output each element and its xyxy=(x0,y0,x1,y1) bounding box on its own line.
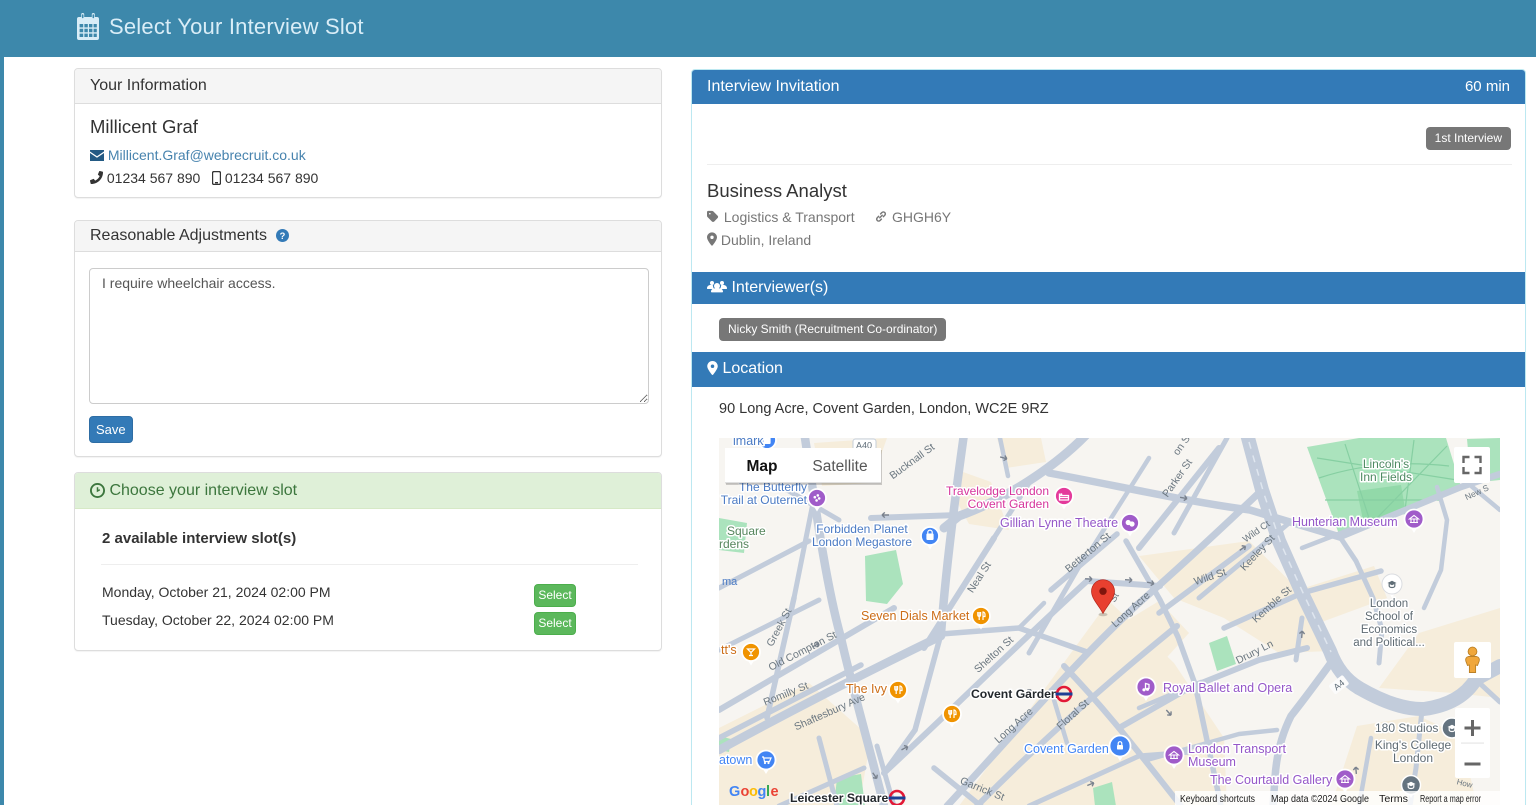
svg-text:rdens: rdens xyxy=(719,537,749,551)
svg-text:Royal Ballet and Opera: Royal Ballet and Opera xyxy=(1163,681,1292,695)
svg-text:Travelodge London: Travelodge London xyxy=(946,484,1049,498)
svg-text:l: l xyxy=(766,784,770,800)
svg-text:?: ? xyxy=(280,231,286,241)
svg-text:Satellite: Satellite xyxy=(812,458,867,475)
svg-text:London Megastore: London Megastore xyxy=(812,535,912,549)
svg-text:Terms: Terms xyxy=(1379,794,1408,805)
svg-text:The Ivy: The Ivy xyxy=(846,682,888,696)
svg-text:Inn Fields: Inn Fields xyxy=(1360,470,1412,484)
svg-text:Covent Garden: Covent Garden xyxy=(968,497,1049,511)
svg-text:Keyboard shortcuts: Keyboard shortcuts xyxy=(1180,794,1255,805)
svg-text:School of: School of xyxy=(1365,611,1414,623)
svg-text:e: e xyxy=(771,784,779,800)
svg-text:Lincoln's: Lincoln's xyxy=(1363,457,1409,471)
svg-text:imark: imark xyxy=(733,438,764,448)
svg-text:London: London xyxy=(1393,751,1433,765)
svg-text:Covent Garden: Covent Garden xyxy=(971,687,1058,701)
svg-text:Map: Map xyxy=(747,458,778,475)
svg-text:Seven Dials Market: Seven Dials Market xyxy=(861,609,970,623)
svg-text:The Courtauld Gallery: The Courtauld Gallery xyxy=(1210,773,1333,787)
svg-text:Economics: Economics xyxy=(1361,624,1417,636)
svg-text:Hunterian Museum: Hunterian Museum xyxy=(1292,515,1398,529)
svg-text:Square: Square xyxy=(727,524,766,538)
svg-text:Report a map error: Report a map error xyxy=(1420,794,1481,805)
svg-text:atown: atown xyxy=(719,753,752,767)
svg-text:Gillian Lynne Theatre: Gillian Lynne Theatre xyxy=(1000,516,1118,530)
svg-text:and Political...: and Political... xyxy=(1353,637,1425,649)
svg-text:Trail at Outernet: Trail at Outernet xyxy=(721,493,808,507)
svg-text:Map data ©2024 Google: Map data ©2024 Google xyxy=(1271,794,1369,805)
svg-text:London: London xyxy=(1370,598,1408,610)
svg-text:King's College: King's College xyxy=(1375,738,1452,752)
svg-text:Museum: Museum xyxy=(1188,755,1236,769)
svg-text:London Transport: London Transport xyxy=(1188,742,1287,756)
svg-text:Leicester Square: Leicester Square xyxy=(790,791,888,805)
svg-text:ma: ma xyxy=(722,576,738,588)
svg-text:tt's: tt's xyxy=(721,643,737,657)
svg-text:G: G xyxy=(729,784,740,800)
svg-text:Forbidden Planet: Forbidden Planet xyxy=(816,522,908,536)
svg-text:180 Studios: 180 Studios xyxy=(1375,721,1438,735)
svg-text:Covent Garden: Covent Garden xyxy=(1024,742,1109,756)
